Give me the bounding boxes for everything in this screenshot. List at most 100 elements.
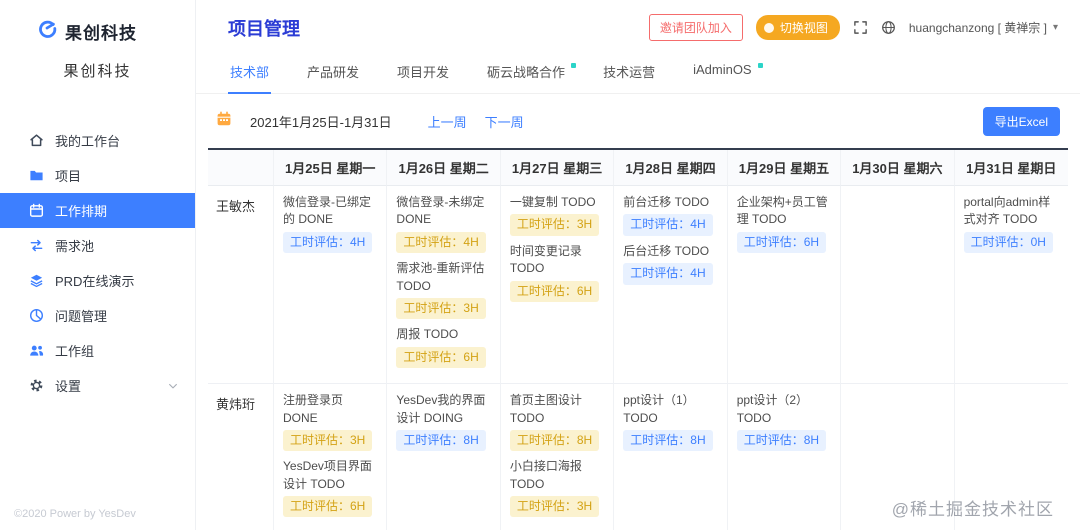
- task-hours-badge: 工时评估：6H: [509, 280, 600, 302]
- invite-team-button[interactable]: 邀请团队加入: [648, 14, 743, 41]
- task-hours-badge: 工时评估：3H: [283, 429, 373, 452]
- task-hours-badge: 工时评估：8H: [396, 429, 486, 452]
- brand-logo-icon: [36, 18, 57, 44]
- brand-logo-text: 果创科技: [65, 23, 137, 43]
- sidebar-menu: 我的工作台项目工作排期需求池 PRD在线演示 问题管理工作组设置: [0, 123, 195, 403]
- tab-liyun[interactable]: 砺云战略合作: [485, 53, 577, 93]
- sidebar-item-label: 设置: [55, 379, 82, 394]
- sidebar: 果创科技 果创科技 我的工作台项目工作排期需求池 PRD在线演示 问题管理工作组设置…: [0, 0, 196, 530]
- task-item[interactable]: 周报 TODO: [396, 326, 490, 343]
- view-toggle-icon: [763, 22, 774, 33]
- date-range-label: 2021年1月25日-1月31日: [250, 115, 392, 130]
- fullscreen-icon[interactable]: [853, 20, 868, 35]
- tab-label: 技术部: [230, 65, 270, 80]
- schedule-row: 黄炜珩 注册登录页 DONE 工时评估：3H YesDev项目界面设计 TODO 工时评…: [208, 384, 1068, 530]
- sidebar-item-schedule[interactable]: 工作排期: [0, 193, 195, 228]
- sidebar-item-label: 项目: [55, 169, 82, 184]
- task-item[interactable]: YesDev我的界面设计 DOING: [396, 392, 490, 427]
- tab-label: iAdminOS: [693, 62, 752, 77]
- export-excel-button[interactable]: 导出Excel: [982, 107, 1060, 136]
- task-item[interactable]: 前台迁移 TODO: [623, 194, 717, 211]
- schedule-cell[interactable]: YesDev我的界面设计 DOING 工时评估：8H: [387, 384, 501, 530]
- app-window: 果创科技 果创科技 我的工作台项目工作排期需求池 PRD在线演示 问题管理工作组设置…: [0, 0, 1080, 530]
- sidebar-item-workgroup[interactable]: 工作组: [0, 333, 195, 368]
- tab-product-rd[interactable]: 产品研发: [305, 53, 361, 93]
- member-name: 黄炜珩: [208, 384, 274, 530]
- brand-logo: 果创科技: [0, 0, 195, 44]
- gear-icon: [28, 378, 44, 394]
- schedule-header-row: 1月25日 星期一 1月26日 星期二 1月27日 星期三 1月28日 星期四 1月29…: [208, 150, 1068, 186]
- tab-tech[interactable]: 技术部: [228, 53, 272, 94]
- task-item[interactable]: 后台迁移 TODO: [623, 243, 717, 260]
- week-nav: 上一周 下一周: [428, 112, 524, 131]
- task-hours-badge: 工时评估：4H: [396, 231, 486, 254]
- tab-project-dev[interactable]: 项目开发: [395, 53, 451, 93]
- column-header: 1月25日 星期一: [274, 150, 388, 186]
- task-item[interactable]: portal向admin样式对齐 TODO: [964, 194, 1059, 229]
- sidebar-item-label: 工作排期: [55, 204, 108, 219]
- task-hours-badge: 工时评估：6H: [736, 231, 827, 254]
- schedule-cell[interactable]: 注册登录页 DONE 工时评估：3H YesDev项目界面设计 TODO 工时评估：6…: [274, 384, 388, 530]
- sidebar-item-requirements[interactable]: 需求池: [0, 228, 195, 263]
- schedule-cell[interactable]: [955, 384, 1068, 530]
- task-item[interactable]: 首页主图设计 TODO: [510, 392, 604, 427]
- column-header: 1月26日 星期二: [387, 150, 501, 186]
- next-week-link[interactable]: 下一周: [485, 112, 524, 131]
- column-header: 1月31日 星期日: [954, 150, 1068, 186]
- task-item[interactable]: 注册登录页 DONE: [283, 392, 377, 427]
- chevron-down-icon: [167, 380, 179, 392]
- schedule-cell[interactable]: 企业架构+员工管理 TODO 工时评估：6H: [727, 186, 842, 385]
- task-item[interactable]: 企业架构+员工管理 TODO: [737, 194, 831, 229]
- sidebar-item-settings[interactable]: 设置: [0, 368, 195, 403]
- schedule-cell[interactable]: 微信登录-已绑定的 DONE 工时评估：4H: [274, 186, 388, 385]
- task-item[interactable]: 时间变更记录 TODO: [510, 243, 604, 278]
- sidebar-item-projects[interactable]: 项目: [0, 158, 195, 193]
- schedule-cell[interactable]: 一键复制 TODO 工时评估：3H 时间变更记录 TODO 工时评估：6H: [500, 186, 615, 385]
- schedule-cell[interactable]: 首页主图设计 TODO 工时评估：8H 小白接口海报 TODO 工时评估：3H: [501, 384, 615, 530]
- task-hours-badge: 工时评估：3H: [509, 214, 600, 236]
- schedule-table: 1月25日 星期一 1月26日 星期二 1月27日 星期三 1月28日 星期四 1月29…: [208, 148, 1068, 530]
- home-icon: [28, 133, 44, 149]
- task-item[interactable]: ppt设计（2） TODO: [737, 392, 831, 427]
- user-menu[interactable]: huangchanzong [ 黄禅宗 ] ▾: [909, 19, 1058, 36]
- company-name: 果创科技: [63, 63, 132, 80]
- schedule-cell[interactable]: ppt设计（1） TODO 工时评估：8H: [614, 384, 728, 530]
- arrows-icon: [28, 238, 44, 254]
- main-panel: 项目管理 邀请团队加入 切换视图 huangchanzong [ 黄禅宗 ] ▾: [196, 0, 1080, 530]
- task-item[interactable]: 微信登录-未绑定 DONE: [396, 194, 490, 229]
- schedule-cell[interactable]: ppt设计（2） TODO 工时评估：8H: [728, 384, 842, 530]
- sidebar-item-issues[interactable]: 问题管理: [0, 298, 195, 333]
- task-item[interactable]: ppt设计（1） TODO: [623, 392, 717, 427]
- prev-week-link[interactable]: 上一周: [428, 112, 467, 131]
- tab-iadminos[interactable]: iAdminOS: [691, 53, 763, 93]
- schedule-cell[interactable]: [841, 384, 955, 530]
- sidebar-item-label: 我的工作台: [55, 134, 121, 149]
- schedule-cell[interactable]: portal向admin样式对齐 TODO 工时评估：0H: [954, 186, 1068, 385]
- view-toggle-button[interactable]: 切换视图: [755, 15, 840, 40]
- tab-tech-ops[interactable]: 技术运营: [601, 53, 657, 93]
- member-column-header: [208, 150, 274, 186]
- header-actions: 邀请团队加入 切换视图 huangchanzong [ 黄禅宗 ] ▾: [648, 14, 1058, 41]
- column-header: 1月27日 星期三: [500, 150, 615, 186]
- task-hours-badge: 工时评估：6H: [396, 346, 486, 369]
- sidebar-item-workbench[interactable]: 我的工作台: [0, 123, 195, 158]
- tab-marker-icon: [757, 63, 763, 68]
- task-item[interactable]: YesDev项目界面设计 TODO: [283, 458, 377, 493]
- tab-label: 技术运营: [603, 65, 656, 80]
- task-item[interactable]: 需求池-重新评估 TODO: [396, 260, 490, 295]
- sidebar-item-label: PRD在线演示: [55, 274, 135, 289]
- task-item[interactable]: 微信登录-已绑定的 DONE: [283, 194, 377, 229]
- chevron-down-icon: ▾: [1052, 22, 1058, 33]
- schedule-cell[interactable]: [841, 186, 955, 385]
- sidebar-item-prd-demo[interactable]: PRD在线演示: [0, 263, 195, 298]
- project-icon: [28, 168, 44, 184]
- schedule-cell[interactable]: 微信登录-未绑定 DONE 工时评估：4H 需求池-重新评估 TODO 工时评估：3H…: [387, 186, 501, 385]
- column-header: 1月30日 星期六: [841, 150, 955, 186]
- task-item[interactable]: 一键复制 TODO: [510, 194, 604, 211]
- sidebar-item-label: 问题管理: [55, 309, 108, 324]
- column-header: 1月28日 星期四: [614, 150, 728, 186]
- task-item[interactable]: 小白接口海报 TODO: [510, 458, 604, 493]
- globe-icon[interactable]: [881, 20, 896, 35]
- column-header: 1月29日 星期五: [727, 150, 842, 186]
- schedule-cell[interactable]: 前台迁移 TODO 工时评估：4H 后台迁移 TODO 工时评估：4H: [614, 186, 728, 385]
